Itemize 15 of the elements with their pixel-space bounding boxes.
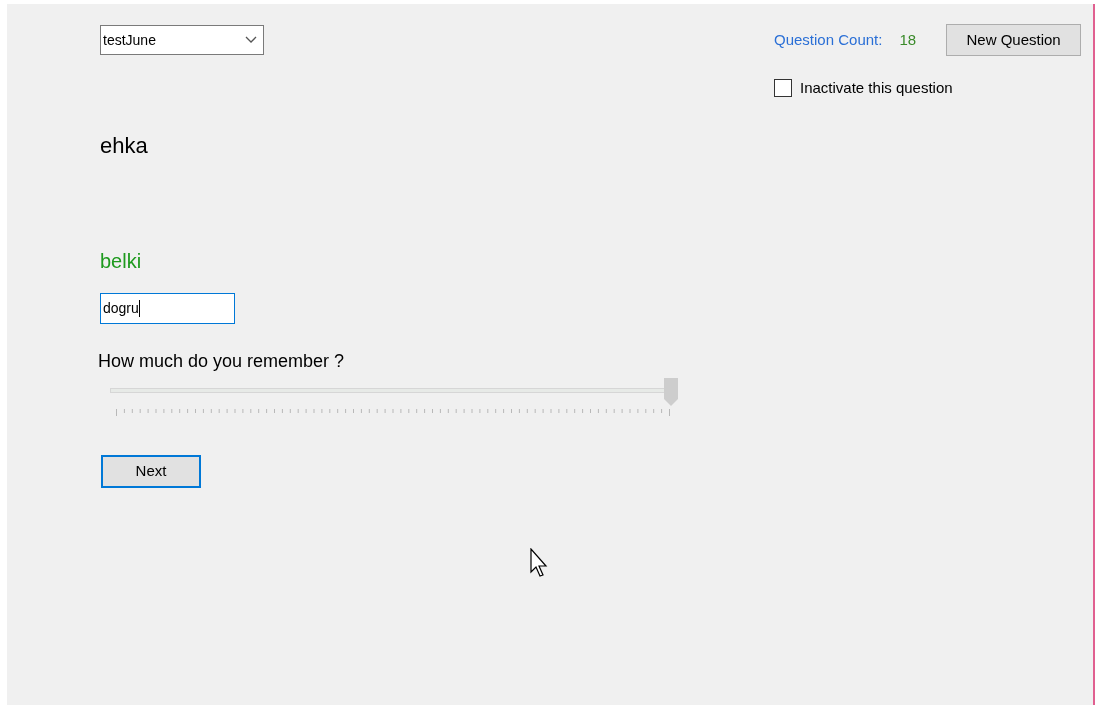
answer-field[interactable]: dogru [100,293,235,324]
mouse-pointer-icon [530,548,548,580]
checkbox-label: Inactivate this question [800,78,953,98]
question-text: ehka [100,132,148,160]
next-button[interactable]: Next [101,455,201,488]
question-count-label: Question Count: [774,29,883,50]
text-cursor [138,300,140,317]
question-count-value: 18 [899,29,917,50]
deck-dropdown[interactable]: testJune [100,25,264,55]
checkbox[interactable] [774,79,792,98]
slider-label: How much do you remember ? [98,350,345,373]
chevron-down-icon [245,36,257,44]
answer-text: belki [100,249,142,274]
slider-thumb[interactable] [664,378,678,406]
new-question-button[interactable]: New Question [946,24,1082,56]
